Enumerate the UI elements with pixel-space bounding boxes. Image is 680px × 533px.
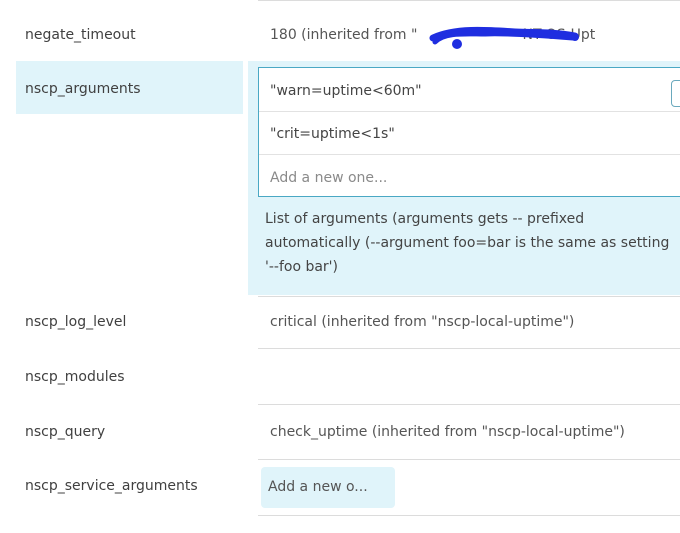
nscp-service-arguments-label: nscp_service_arguments bbox=[25, 478, 198, 494]
argument-item-1[interactable]: "warn=uptime<60m" bbox=[270, 83, 422, 99]
nscp-arguments-help-text: List of arguments (arguments gets -- pre… bbox=[265, 211, 670, 275]
row-divider bbox=[258, 515, 680, 516]
nscp-log-level-value: critical (inherited from "nscp-local-upt… bbox=[270, 314, 575, 330]
nscp-query-value: check_uptime (inherited from "nscp-local… bbox=[270, 424, 625, 440]
add-service-argument-placeholder: Add a new o... bbox=[268, 479, 368, 495]
nscp-modules-label: nscp_modules bbox=[25, 369, 125, 385]
negate-timeout-label: negate_timeout bbox=[25, 27, 136, 43]
row-divider bbox=[258, 296, 680, 297]
row-divider bbox=[258, 459, 680, 460]
row-divider bbox=[258, 404, 680, 405]
argument-remove-button[interactable] bbox=[671, 80, 680, 107]
nscp-service-arguments-add-input[interactable]: Add a new o... bbox=[261, 467, 395, 508]
row-divider bbox=[258, 348, 680, 349]
row-divider bbox=[258, 0, 680, 1]
list-separator bbox=[259, 111, 680, 112]
nscp-log-level-label: nscp_log_level bbox=[25, 314, 127, 330]
argument-item-2[interactable]: "crit=uptime<1s" bbox=[270, 126, 395, 142]
add-argument-input[interactable]: Add a new one... bbox=[270, 170, 387, 186]
negate-timeout-value-prefix: 180 (inherited from " bbox=[270, 27, 418, 43]
nscp-arguments-list: "warn=uptime<60m" "crit=uptime<1s" Add a… bbox=[258, 67, 680, 197]
redaction-scribble bbox=[429, 26, 579, 49]
nscp-arguments-label: nscp_arguments bbox=[25, 81, 141, 97]
list-separator bbox=[259, 154, 680, 155]
nscp-query-label: nscp_query bbox=[25, 424, 106, 440]
